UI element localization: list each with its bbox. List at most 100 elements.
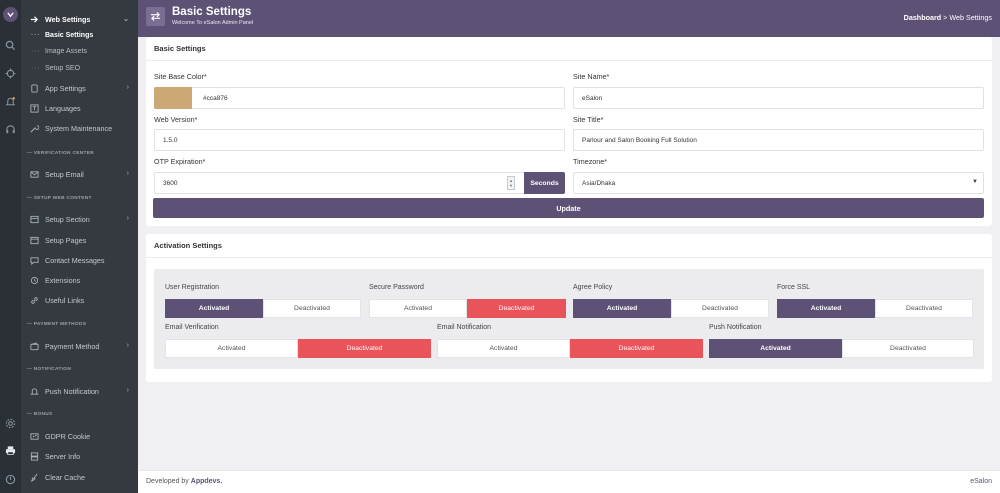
app-icon <box>30 83 39 93</box>
sidebar-item-setup-section[interactable]: Setup Section › <box>21 211 138 227</box>
crosshair-icon[interactable] <box>4 67 17 80</box>
sidebar-section-label: — BONUS <box>27 411 53 417</box>
dots-icon: ··· <box>31 31 41 39</box>
broom-icon <box>30 473 39 482</box>
sidebar-section-label: — SETUP WEB CONTENT <box>27 195 92 201</box>
activation-settings-card: Activation Settings User Registration Ac… <box>146 234 992 382</box>
sidebar-item-system-maintenance[interactable]: System Maintenance <box>21 120 138 136</box>
sidebar-item-push-notification[interactable]: Push Notification › <box>21 383 138 399</box>
page-subtitle: Welcome To eSalon Admin Panel <box>172 20 254 26</box>
user-registration-activated-button[interactable]: Activated <box>165 299 263 318</box>
cookie-icon <box>30 432 39 441</box>
power-icon[interactable] <box>4 473 17 486</box>
sidebar-subitem-basic-settings[interactable]: ··· Basic Settings <box>21 28 138 42</box>
site-name-field[interactable]: eSalon <box>573 87 984 109</box>
update-button[interactable]: Update <box>153 198 984 218</box>
secure-password-deactivated-button[interactable]: Deactivated <box>467 299 566 318</box>
email-notification-activated-button[interactable]: Activated <box>437 339 570 358</box>
message-icon <box>30 256 39 265</box>
breadcrumb-home-link[interactable]: Dashboard <box>904 13 942 22</box>
sidebar-item-setup-pages[interactable]: Setup Pages <box>21 232 138 248</box>
chevron-right-icon: › <box>126 170 129 177</box>
breadcrumb-separator: > <box>943 13 948 22</box>
color-swatch[interactable] <box>154 87 192 109</box>
search-icon[interactable] <box>4 39 17 52</box>
site-name-label: Site Name* <box>573 72 610 81</box>
email-verification-deactivated-button[interactable]: Deactivated <box>298 339 431 358</box>
secure-password-label: Secure Password <box>369 284 424 291</box>
web-version-field[interactable]: 1.5.0 <box>154 129 565 151</box>
seconds-unit: Seconds <box>524 172 565 194</box>
tools-icon <box>30 124 39 133</box>
sidebar-item-setup-email[interactable]: Setup Email › <box>21 166 138 182</box>
bell-icon <box>30 387 39 396</box>
sidebar-item-clear-cache[interactable]: Clear Cache <box>21 469 138 485</box>
number-spinner[interactable]: ▲ ▼ <box>507 176 515 190</box>
sidebar: Web Settings ⌄ ··· Basic Settings ··· Im… <box>21 0 138 493</box>
force-ssl-deactivated-button[interactable]: Deactivated <box>875 299 973 318</box>
logo-icon[interactable] <box>3 7 18 22</box>
email-notification-label: Email Notification <box>437 324 492 331</box>
sidebar-item-languages[interactable]: Languages <box>21 100 138 116</box>
footer: Developed by Appdevs. eSalon <box>138 470 1000 493</box>
user-registration-deactivated-button[interactable]: Deactivated <box>263 299 361 318</box>
sidebar-item-label: Web Settings <box>45 14 91 24</box>
sidebar-item-gdpr-cookie[interactable]: GDPR Cookie <box>21 428 138 444</box>
headset-icon[interactable] <box>4 123 17 136</box>
language-icon <box>30 103 39 113</box>
dots-icon: ··· <box>31 64 41 72</box>
chevron-right-icon: › <box>126 342 129 349</box>
sidebar-item-app-settings[interactable]: App Settings › <box>21 80 138 96</box>
base-color-field[interactable]: #cca876 <box>154 87 565 109</box>
sidebar-subitem-setup-seo[interactable]: ··· Setup SEO <box>21 61 138 75</box>
sidebar-item-contact-messages[interactable]: Contact Messages <box>21 252 138 268</box>
chevron-right-icon: › <box>126 84 129 91</box>
email-notification-deactivated-button[interactable]: Deactivated <box>570 339 703 358</box>
push-notification-deactivated-button[interactable]: Deactivated <box>842 339 974 358</box>
otp-label: OTP Expiration* <box>154 157 206 166</box>
envelope-icon <box>30 170 39 179</box>
web-version-label: Web Version* <box>154 115 198 124</box>
push-notification-activated-button[interactable]: Activated <box>709 339 842 358</box>
icon-rail <box>0 0 21 493</box>
sidebar-item-web-settings[interactable]: Web Settings ⌄ <box>21 11 138 27</box>
site-title-field[interactable]: Parlour and Salon Booking Full Solution <box>573 129 984 151</box>
printer-icon[interactable] <box>4 444 17 457</box>
user-registration-label: User Registration <box>165 284 220 291</box>
bell-icon[interactable] <box>4 95 17 108</box>
sidebar-subitem-image-assets[interactable]: ··· Image Assets <box>21 44 138 58</box>
sidebar-item-server-info[interactable]: Server Info <box>21 448 138 464</box>
settings-icon[interactable] <box>4 417 17 430</box>
agree-policy-activated-button[interactable]: Activated <box>573 299 671 318</box>
basic-settings-card: Basic Settings Site Base Color* #cca876 … <box>146 37 992 226</box>
secure-password-activated-button[interactable]: Activated <box>369 299 467 318</box>
swap-icon[interactable] <box>146 7 165 26</box>
push-notification-label: Push Notification <box>709 324 762 331</box>
sidebar-item-extensions[interactable]: Extensions <box>21 272 138 288</box>
chevron-right-icon: › <box>126 387 129 394</box>
card-title: Activation Settings <box>146 234 992 258</box>
email-verification-label: Email Verification <box>165 324 219 331</box>
developer-link[interactable]: Appdevs. <box>191 478 223 485</box>
timezone-label: Timezone* <box>573 157 608 166</box>
card-title: Basic Settings <box>146 37 992 61</box>
email-verification-activated-button[interactable]: Activated <box>165 339 298 358</box>
page-icon <box>30 236 39 245</box>
dots-icon: ··· <box>31 47 41 55</box>
otp-expiration-field[interactable]: 3600 <box>154 172 525 194</box>
timezone-select[interactable]: Asia/Dhaka <box>573 172 984 194</box>
agree-policy-deactivated-button[interactable]: Deactivated <box>671 299 769 318</box>
page-title: Basic Settings <box>172 6 252 18</box>
layout-icon <box>30 215 39 224</box>
caret-down-icon: ▼ <box>972 179 978 185</box>
sidebar-section-label: — NOTIFICATION <box>27 366 72 372</box>
agree-policy-label: Agree Policy <box>573 284 613 291</box>
sidebar-item-payment-method[interactable]: Payment Method › <box>21 338 138 354</box>
force-ssl-activated-button[interactable]: Activated <box>777 299 875 318</box>
sidebar-item-useful-links[interactable]: Useful Links <box>21 292 138 308</box>
page-header: Basic Settings Welcome To eSalon Admin P… <box>138 0 1000 37</box>
link-icon <box>30 296 39 305</box>
footer-brand: eSalon <box>970 478 992 485</box>
extension-icon <box>30 276 39 285</box>
site-title-label: Site Title* <box>573 115 604 124</box>
